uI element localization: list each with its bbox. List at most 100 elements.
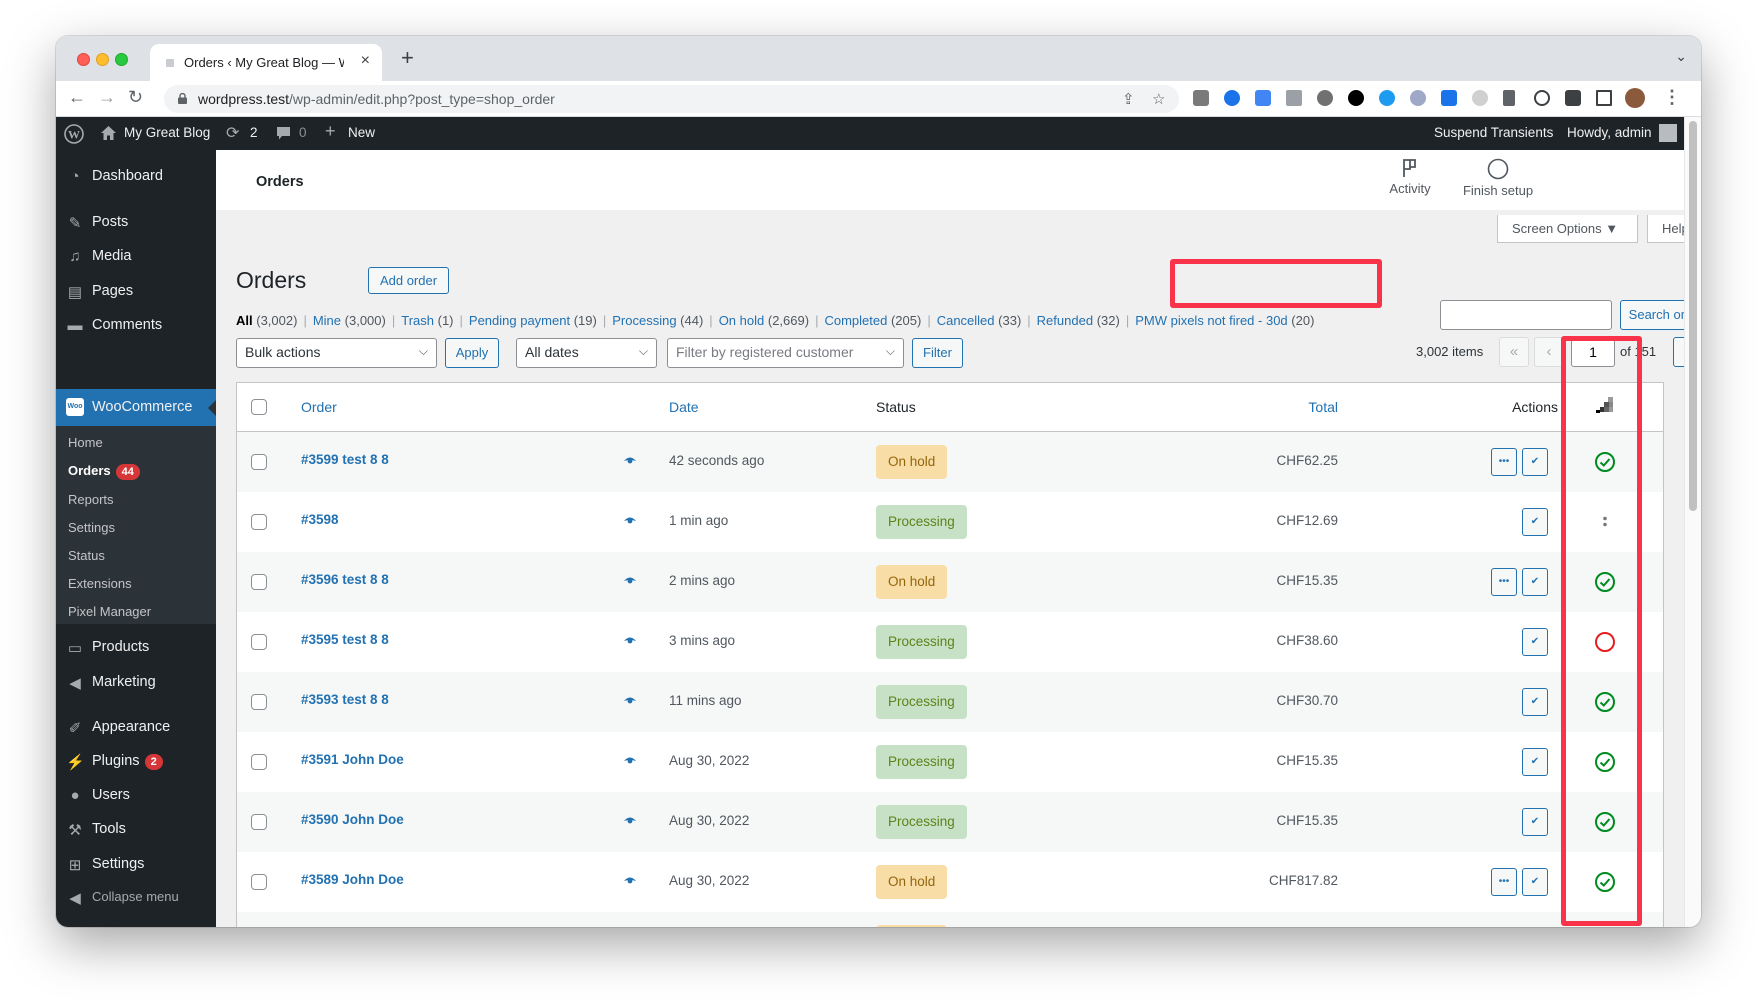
submenu-settings[interactable]: Settings (68, 520, 115, 535)
complete-order-button[interactable]: ✔ (1522, 868, 1548, 896)
sidebar-item-media[interactable]: ♫ Media (56, 240, 216, 274)
order-link[interactable]: #3599 test 8 8 (301, 452, 389, 467)
filter-button[interactable]: Filter (912, 338, 963, 368)
complete-order-button[interactable]: ✔ (1522, 748, 1548, 776)
first-page-button[interactable]: « (1499, 337, 1529, 367)
updates-count[interactable]: 2 (250, 125, 258, 140)
maximize-window-button[interactable] (115, 53, 128, 66)
bookmark-star-icon[interactable]: ☆ (1152, 90, 1165, 108)
table-row[interactable]: #3593 test 8 8 11 mins ago Processing CHF30… (237, 672, 1663, 732)
view-pmw-pixels-not-fired-30d[interactable]: PMW pixels not fired - 30d (20) (1135, 313, 1314, 328)
page-scrollbar[interactable] (1684, 117, 1701, 927)
grammar-extension-icon[interactable] (1410, 90, 1426, 106)
complete-order-button[interactable]: ✔ (1522, 628, 1548, 656)
comments-icon[interactable] (276, 126, 291, 141)
forward-button[interactable]: → (98, 87, 116, 108)
submenu-reports[interactable]: Reports (68, 492, 114, 507)
search-orders-button[interactable]: Search orders (1620, 300, 1684, 330)
activity-button[interactable]: Activity (1380, 158, 1440, 196)
table-row[interactable]: #3588 John DoeAug 30, 2022On holdCHF817.… (237, 912, 1663, 927)
preview-eye-icon[interactable] (623, 453, 637, 467)
preview-eye-icon[interactable] (623, 513, 637, 527)
plus-icon[interactable]: + (325, 121, 336, 142)
prev-page-button[interactable]: ‹ (1534, 337, 1564, 367)
preview-eye-icon[interactable] (623, 633, 637, 647)
scrollbar-thumb[interactable] (1689, 121, 1697, 511)
view-pending-payment[interactable]: Pending payment (19) (469, 313, 597, 328)
camera-extension-icon[interactable] (1193, 90, 1209, 106)
updates-icon[interactable]: ⟳ (226, 123, 239, 143)
tag-extension-icon[interactable] (1224, 90, 1240, 106)
column-order[interactable]: Order (301, 399, 337, 415)
order-link[interactable]: #3590 John Doe (301, 812, 404, 827)
table-row[interactable]: #3591 John Doe Aug 30, 2022 Processing CHF1… (237, 732, 1663, 792)
sidebar-item-products[interactable]: ▭ Products (56, 631, 216, 665)
browser-tab-orders[interactable]: Orders ‹ My Great Blog — WordPress × (150, 44, 382, 81)
more-actions-button[interactable]: ••• (1491, 448, 1517, 476)
url-bar[interactable]: wordpress.test/wp-admin/edit.php?post_ty… (164, 85, 1179, 113)
sidebar-item-users[interactable]: ● Users (56, 779, 216, 813)
side-panel-icon[interactable] (1596, 90, 1612, 106)
preview-eye-icon[interactable] (623, 573, 637, 587)
customer-filter-select[interactable]: Filter by registered customer ⌵ (667, 338, 904, 368)
tab-search-chevron-icon[interactable]: ⌄ (1675, 48, 1687, 65)
column-date[interactable]: Date (669, 399, 699, 415)
table-row[interactable]: #3596 test 8 8 2 mins ago On hold CHF15.35 •… (237, 552, 1663, 612)
help-button[interactable]: Help ▼ (1647, 215, 1684, 243)
profile-avatar[interactable] (1625, 88, 1645, 108)
comments-count[interactable]: 0 (299, 125, 307, 140)
next-page-button[interactable]: › (1673, 337, 1684, 367)
view-mine[interactable]: Mine (3,000) (313, 313, 386, 328)
view-cancelled[interactable]: Cancelled (33) (937, 313, 1022, 328)
view-refunded[interactable]: Refunded (32) (1037, 313, 1120, 328)
browser-menu-icon[interactable]: ⋮ (1663, 87, 1681, 108)
order-link[interactable]: #3591 John Doe (301, 752, 404, 767)
sidebar-item-pages[interactable]: ▤ Pages (56, 275, 216, 309)
order-link[interactable]: #3589 John Doe (301, 872, 404, 887)
suspend-transients-link[interactable]: Suspend Transients (1434, 125, 1553, 140)
order-link[interactable]: #3595 test 8 8 (301, 632, 389, 647)
admin-avatar[interactable] (1659, 124, 1677, 142)
order-link[interactable]: #3598 (301, 512, 339, 527)
row-checkbox[interactable] (251, 634, 267, 650)
submenu-pixel-manager[interactable]: Pixel Manager (68, 604, 151, 619)
row-checkbox[interactable] (251, 694, 267, 710)
close-tab-icon[interactable]: × (361, 52, 370, 70)
step-extension-icon[interactable] (1503, 90, 1515, 106)
add-order-button[interactable]: Add order (368, 267, 449, 294)
more-actions-button[interactable]: ••• (1491, 868, 1517, 896)
view-trash[interactable]: Trash (1) (401, 313, 453, 328)
howdy-admin-menu[interactable]: Howdy, admin (1567, 125, 1652, 140)
column-total[interactable]: Total (1308, 399, 1338, 415)
wordpress-logo-icon[interactable]: W (64, 124, 84, 144)
sidebar-item-woocommerce[interactable]: Woo WooCommerce (56, 389, 216, 426)
twitter-extension-icon[interactable] (1379, 90, 1395, 106)
complete-order-button[interactable]: ✔ (1522, 448, 1548, 476)
sidebar-item-appearance[interactable]: ✐ Appearance (56, 711, 216, 745)
current-page-input[interactable]: 1 (1571, 337, 1615, 367)
complete-order-button[interactable]: ✔ (1522, 508, 1548, 536)
finish-setup-button[interactable]: Finish setup (1456, 158, 1540, 198)
back-button[interactable]: ← (68, 87, 86, 108)
preview-eye-icon[interactable] (623, 753, 637, 767)
view-on-hold[interactable]: On hold (2,669) (719, 313, 809, 328)
preview-eye-icon[interactable] (623, 693, 637, 707)
sidebar-item-posts[interactable]: ✎ Posts (56, 206, 216, 240)
reload-button[interactable]: ↻ (128, 87, 143, 108)
html-extension-icon[interactable] (1286, 90, 1302, 106)
complete-order-button[interactable]: ✔ (1522, 568, 1548, 596)
submenu-orders[interactable]: Orders 44 (68, 463, 140, 480)
submenu-home[interactable]: Home (68, 435, 103, 450)
row-checkbox[interactable] (251, 814, 267, 830)
bulk-actions-select[interactable]: Bulk actions ⌵ (236, 338, 437, 368)
ghost-extension-icon[interactable] (1348, 90, 1364, 106)
sidebar-item-tools[interactable]: ⚒ Tools (56, 813, 216, 847)
screen-options-button[interactable]: Screen Options ▼ (1497, 215, 1638, 243)
table-row[interactable]: #3599 test 8 8 42 seconds ago On hold CHF62… (237, 432, 1663, 492)
password-extension-icon[interactable] (1534, 90, 1550, 106)
sidebar-item-settings[interactable]: ⊞ Settings (56, 848, 216, 882)
order-link[interactable]: #3596 test 8 8 (301, 572, 389, 587)
minimize-window-button[interactable] (96, 53, 109, 66)
table-row[interactable]: #3590 John Doe Aug 30, 2022 Processing CHF1… (237, 792, 1663, 852)
new-content-link[interactable]: New (348, 125, 375, 140)
